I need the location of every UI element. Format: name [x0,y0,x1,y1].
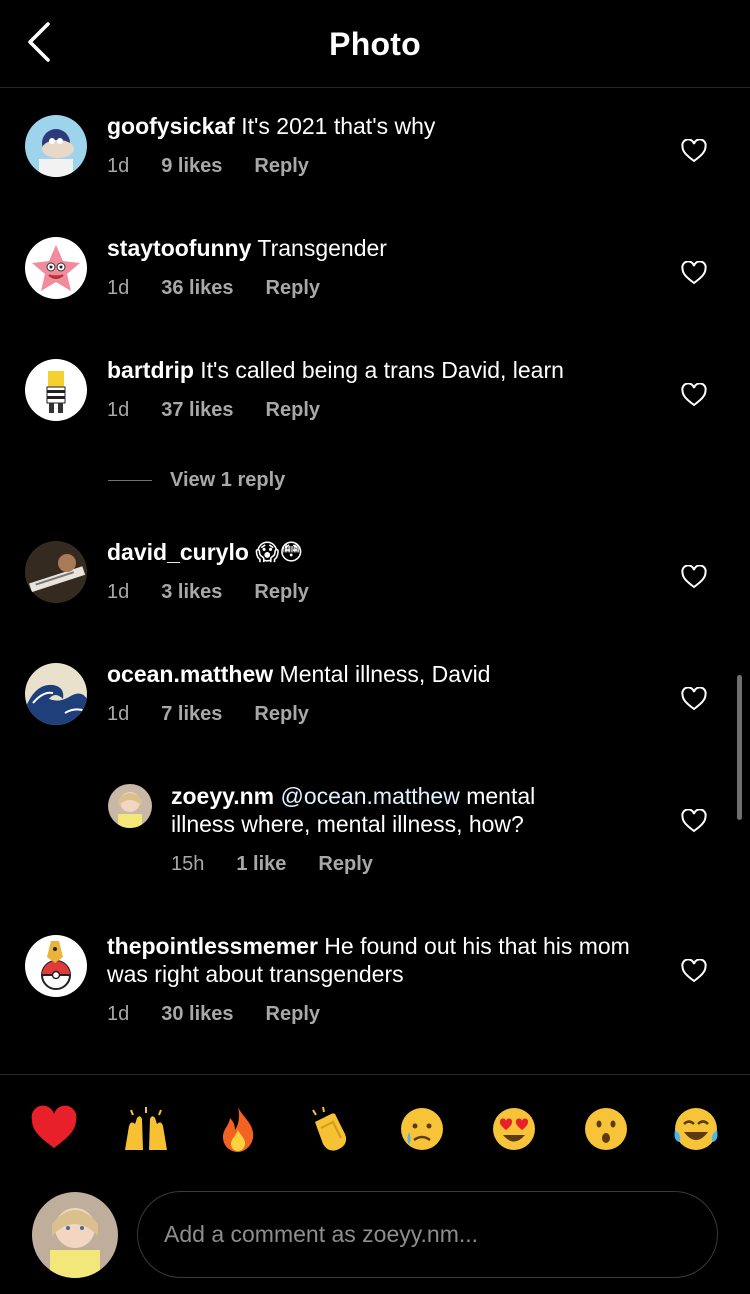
comment-time: 1d [107,1003,130,1025]
divider [0,1074,750,1075]
avatar[interactable] [25,359,87,421]
reply-button[interactable]: Reply [254,155,308,178]
avatar[interactable] [25,663,87,725]
comment-text: staytoofunny Transgender [107,234,667,262]
comment-time: 1d [107,155,130,177]
comment-username[interactable]: zoeyy.nm [171,783,274,809]
avatar[interactable] [25,237,87,299]
emoji-quick-bar [0,1102,750,1158]
view-replies-label: View 1 reply [170,469,286,491]
comment-likes[interactable]: 7 likes [161,703,222,726]
comment-meta: 15h 1 like Reply [171,853,405,876]
comment-username[interactable]: goofysickaf [107,113,235,139]
crying-face-icon[interactable] [397,1104,447,1154]
comment-username[interactable]: thepointlessmemer [107,933,318,959]
astonished-face-icon[interactable] [581,1104,631,1154]
reply-button[interactable]: Reply [318,853,372,876]
thread-line [108,480,152,482]
avatar[interactable] [25,541,87,603]
reply-button[interactable]: Reply [266,399,320,422]
like-heart-icon[interactable] [681,686,707,711]
like-heart-icon[interactable] [681,138,707,163]
comment-text: goofysickaf It's 2021 that's why [107,112,667,140]
like-heart-icon[interactable] [681,808,707,833]
page-title: Photo [329,26,421,62]
fire-icon[interactable] [213,1104,263,1154]
comment-likes[interactable]: 3 likes [161,581,222,604]
heart-eyes-icon[interactable] [489,1104,539,1154]
comment-meta: 1d 9 likes Reply [107,155,341,178]
comment-text: david_curylo 😱😳 [107,538,667,566]
comment-input[interactable] [137,1191,718,1278]
raising-hands-icon[interactable] [121,1104,171,1154]
view-replies-link[interactable]: View 1 reply [108,469,285,492]
like-heart-icon[interactable] [681,260,707,285]
avatar[interactable] [108,784,152,828]
avatar[interactable] [25,115,87,177]
comment-time: 1d [107,399,130,421]
comment-body: 😱😳 [255,539,304,565]
comment-body: Mental illness, David [279,661,491,687]
comment-body: It's 2021 that's why [241,113,436,139]
like-heart-icon[interactable] [681,564,707,589]
comment-text: thepointlessmemer He found out his that … [107,932,667,988]
reply-button[interactable]: Reply [266,277,320,300]
comment-likes[interactable]: 37 likes [161,399,233,422]
reply-button[interactable]: Reply [254,703,308,726]
like-heart-icon[interactable] [681,958,707,983]
comment-username[interactable]: bartdrip [107,357,194,383]
comment-meta: 1d 36 likes Reply [107,277,352,300]
comment-meta: 1d 3 likes Reply [107,581,341,604]
current-user-avatar[interactable] [32,1192,118,1278]
comment-likes[interactable]: 9 likes [161,155,222,178]
comment-meta: 1d 30 likes Reply [107,1003,352,1026]
like-heart-icon[interactable] [681,382,707,407]
comment-likes[interactable]: 1 like [236,853,286,876]
comment-time: 1d [107,581,130,603]
reply-button[interactable]: Reply [254,581,308,604]
tears-of-joy-icon[interactable] [671,1104,721,1154]
comment-time: 1d [107,277,130,299]
comment-body: It's called being a trans David, learn [200,357,564,383]
comment-username[interactable]: david_curylo [107,539,249,565]
reply-button[interactable]: Reply [266,1003,320,1026]
comment-body: Transgender [257,235,387,261]
comment-meta: 1d 7 likes Reply [107,703,341,726]
comment-username[interactable]: staytoofunny [107,235,251,261]
scrollbar[interactable] [737,675,742,820]
comment-text: zoeyy.nm @ocean.matthew mental illness w… [171,782,591,838]
red-heart-icon[interactable] [29,1104,79,1154]
comment-username[interactable]: ocean.matthew [107,661,273,687]
clapping-hands-icon[interactable] [305,1104,355,1154]
mention-link[interactable]: @ocean.matthew [281,783,460,809]
comment-time: 1d [107,703,130,725]
avatar[interactable] [25,935,87,997]
comment-likes[interactable]: 30 likes [161,1003,233,1026]
comment-meta: 1d 37 likes Reply [107,399,352,422]
comment-time: 15h [171,853,205,875]
comment-text: bartdrip It's called being a trans David… [107,356,667,384]
comment-likes[interactable]: 36 likes [161,277,233,300]
comment-text: ocean.matthew Mental illness, David [107,660,667,688]
top-bar: Photo [0,0,750,88]
